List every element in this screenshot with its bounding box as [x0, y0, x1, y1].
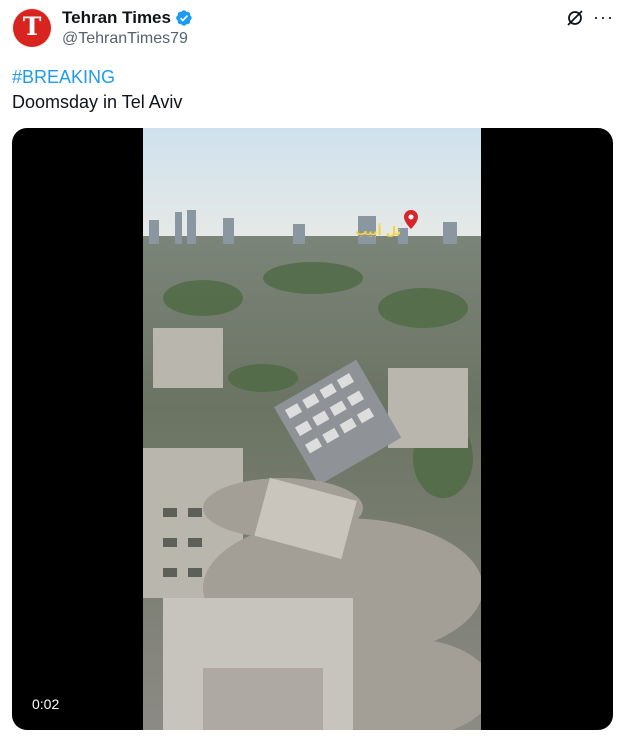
video-player[interactable]: تل أبيب 0:02 [12, 128, 613, 730]
hashtag-link[interactable]: #BREAKING [12, 67, 115, 88]
video-frame[interactable]: تل أبيب [143, 128, 481, 730]
avatar[interactable]: T [13, 9, 51, 47]
avatar-page-curl [39, 35, 51, 47]
author-handle[interactable]: @TehranTimes79 [62, 30, 188, 48]
tweet-text: Doomsday in Tel Aviv [12, 92, 183, 112]
author-name-row: Tehran Times [62, 8, 193, 28]
verified-badge-icon [176, 10, 192, 26]
location-overlay-label: تل أبيب [355, 223, 401, 238]
more-options-icon[interactable]: ··· [593, 8, 613, 28]
author-name[interactable]: Tehran Times [62, 8, 171, 28]
grok-icon[interactable] [565, 8, 585, 28]
video-timestamp: 0:02 [26, 694, 66, 714]
